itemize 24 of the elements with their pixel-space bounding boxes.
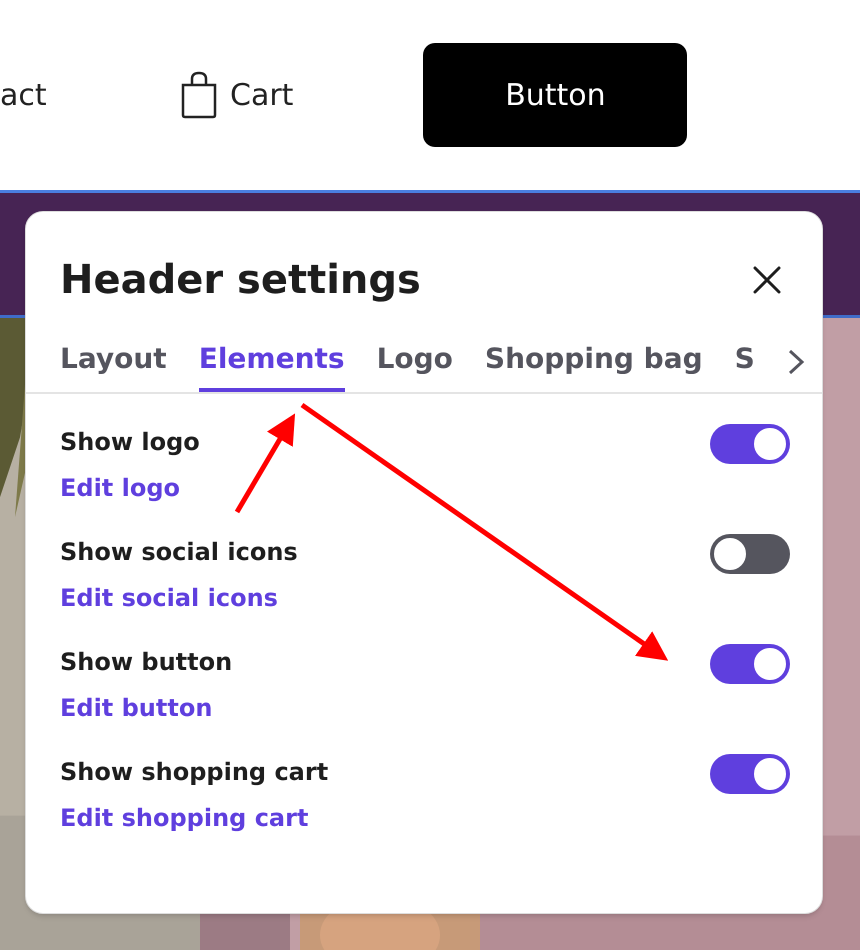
edit-link[interactable]: Edit logo [60, 470, 200, 506]
setting-label: Show social icons [60, 537, 298, 568]
toggle-switch[interactable] [710, 754, 790, 794]
tab[interactable]: Shopping bag [484, 338, 703, 392]
setting-label: Show logo [60, 427, 200, 458]
tab[interactable]: S [734, 338, 755, 392]
header-button[interactable]: Button [423, 43, 688, 147]
tab[interactable]: Logo [376, 338, 453, 392]
chevron-right-icon[interactable] [786, 348, 805, 376]
dialog-title: Header settings [60, 256, 421, 305]
toggle-switch[interactable] [710, 534, 790, 574]
tab[interactable]: Elements [198, 338, 345, 392]
cart-link[interactable]: Cart [230, 72, 294, 118]
tab[interactable]: Layout [60, 338, 167, 392]
edit-link[interactable]: Edit social icons [60, 580, 298, 616]
nav-link[interactable]: act [0, 72, 164, 118]
close-icon[interactable] [752, 265, 782, 295]
toggle-switch[interactable] [710, 644, 790, 684]
toggle-switch[interactable] [710, 424, 790, 464]
edit-link[interactable]: Edit button [60, 690, 232, 726]
edit-link[interactable]: Edit shopping cart [60, 800, 328, 836]
setting-label: Show shopping cart [60, 757, 328, 788]
setting-label: Show button [60, 647, 232, 678]
shopping-bag-icon [180, 71, 218, 119]
